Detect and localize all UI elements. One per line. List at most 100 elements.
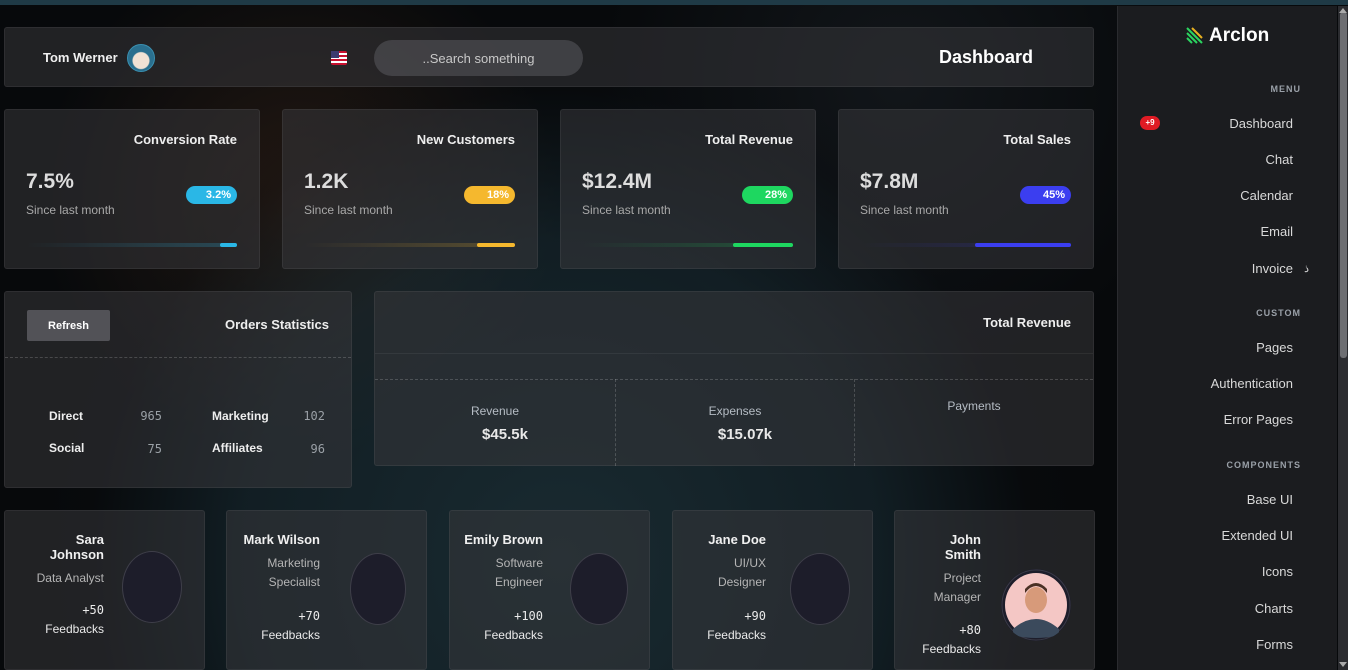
feedback-label: Feedbacks [484,628,543,642]
stat-value: $7.8M [860,170,919,193]
top-header: Tom Werner Dashboard [4,27,1094,87]
sidebar-item-error-pages[interactable]: Error Pages [1224,412,1293,427]
revenue-value: $45.5k [482,426,528,443]
progress-fill [733,243,793,247]
order-value-marketing: 102 [303,409,325,423]
scroll-up-arrow-icon[interactable] [1339,8,1347,13]
sidebar-item-email[interactable]: Email [1260,224,1293,239]
orders-statistics-card: Refresh Orders Statistics Direct 965 Mar… [4,291,352,488]
order-label-marketing: Marketing [212,409,269,423]
member-name: Jane Doe [708,532,766,547]
us-flag-icon[interactable] [331,51,347,65]
page-title: Dashboard [938,47,1033,67]
member-avatar [790,553,850,625]
member-avatar [1001,569,1071,641]
sidebar-item-invoice[interactable]: Invoice [1252,261,1293,276]
feedback-count: +90 [744,609,766,623]
stat-title: New Customers [416,132,515,147]
member-name: Mark Wilson [243,532,320,547]
sidebar-item-calendar[interactable]: Calendar [1240,188,1293,203]
payments-label: Payments [947,399,1001,413]
sidebar-item-pages[interactable]: Pages [1256,340,1293,355]
stat-title: Conversion Rate [133,132,237,147]
progress-fill [477,243,515,247]
expenses-label: Expenses [708,404,762,418]
stat-since: Since last month [304,203,393,217]
sidebar-item-chat[interactable]: Chat [1266,152,1293,167]
feedback-count: +100 [514,609,543,623]
stat-value: 1.2K [304,170,349,193]
column-divider [615,379,616,466]
notification-badge: +9 [1140,116,1160,130]
sidebar-item-extended-ui[interactable]: Extended UI [1221,528,1293,543]
user-name: Tom Werner [43,50,118,65]
stat-card: Conversion Rate 7.5% Since last month 3.2% [4,109,260,269]
logo-text[interactable]: Arclon [1209,25,1269,47]
member-name: Emily Brown [464,532,543,547]
member-name: Smith [944,547,981,562]
progress-track [26,243,237,247]
stat-badge: 28% [742,186,793,204]
column-divider [854,379,855,466]
menu-heading: MENU [1270,84,1301,94]
components-heading: COMPONENTS [1226,460,1301,470]
progress-fill [975,243,1071,247]
refresh-button[interactable]: Refresh [27,310,110,341]
member-avatar [570,553,628,625]
feedback-label: Feedbacks [707,628,766,642]
orders-title: Orders Statistics [224,317,329,332]
sidebar-item-authentication[interactable]: Authentication [1211,376,1293,391]
stat-card: New Customers 1.2K Since last month 18% [282,109,538,269]
sidebar-item-forms[interactable]: Forms [1256,637,1293,652]
team-member-card[interactable]: Sara Johnson Data Analyst +50 Feedbacks [4,510,205,670]
sidebar-item-icons[interactable]: Icons [1262,564,1293,579]
scroll-down-arrow-icon[interactable] [1339,662,1347,667]
member-avatar [350,553,406,625]
feedback-count: +80 [959,623,981,637]
search-input[interactable] [374,40,583,76]
divider [375,379,1093,380]
progress-fill [220,243,237,247]
stat-badge: 18% [464,186,515,204]
order-value-direct: 965 [140,409,162,423]
stat-badge: 45% [1020,186,1071,204]
member-role: Software [495,556,543,570]
team-member-card[interactable]: John Smith Project Manager +80 Feedbacks [894,510,1095,670]
sidebar-item-base-ui[interactable]: Base UI [1247,492,1293,507]
feedback-label: Feedbacks [922,642,981,656]
stat-title: Total Revenue [705,132,793,147]
stat-value: 7.5% [26,170,74,193]
member-role: Engineer [494,575,543,589]
member-role: Designer [717,575,766,589]
stat-title: Total Sales [1003,132,1071,147]
feedback-count: +70 [298,609,320,623]
member-role: Marketing [267,556,320,570]
stat-card: Total Revenue $12.4M Since last month 28% [560,109,816,269]
stat-badge: 3.2% [186,186,237,204]
team-member-card[interactable]: Mark Wilson Marketing Specialist +70 Feedbac… [226,510,427,670]
chevron-down-icon[interactable]: ذ [1304,262,1309,275]
team-member-card[interactable]: Jane Doe UI/UX Designer +90 Feedbacks [672,510,873,670]
team-member-card[interactable]: Emily Brown Software Engineer +100 Feedbacks [449,510,650,670]
order-value-affiliates: 96 [310,442,325,456]
feedback-label: Feedbacks [45,622,104,636]
feedback-label: Feedbacks [261,628,320,642]
revenue-title: Total Revenue [983,315,1071,330]
member-name: Johnson [49,547,104,562]
window-top-border [0,0,1348,5]
sidebar: Arclon MENU +9 Dashboard Chat Calendar E… [1117,6,1337,670]
sidebar-item-dashboard[interactable]: Dashboard [1229,116,1293,131]
stat-card: Total Sales $7.8M Since last month 45% [838,109,1094,269]
user-avatar[interactable] [127,44,155,72]
member-role: Specialist [268,575,320,589]
member-role: Data Analyst [36,571,104,585]
sidebar-item-charts[interactable]: Charts [1255,601,1293,616]
expenses-value: $15.07k [717,426,773,443]
order-label-direct: Direct [49,409,84,423]
stat-since: Since last month [582,203,671,217]
feedback-count: +50 [82,603,104,617]
divider [375,353,1093,354]
stat-since: Since last month [26,203,115,217]
member-role: Project [943,571,981,585]
scrollbar-thumb[interactable] [1340,12,1347,358]
